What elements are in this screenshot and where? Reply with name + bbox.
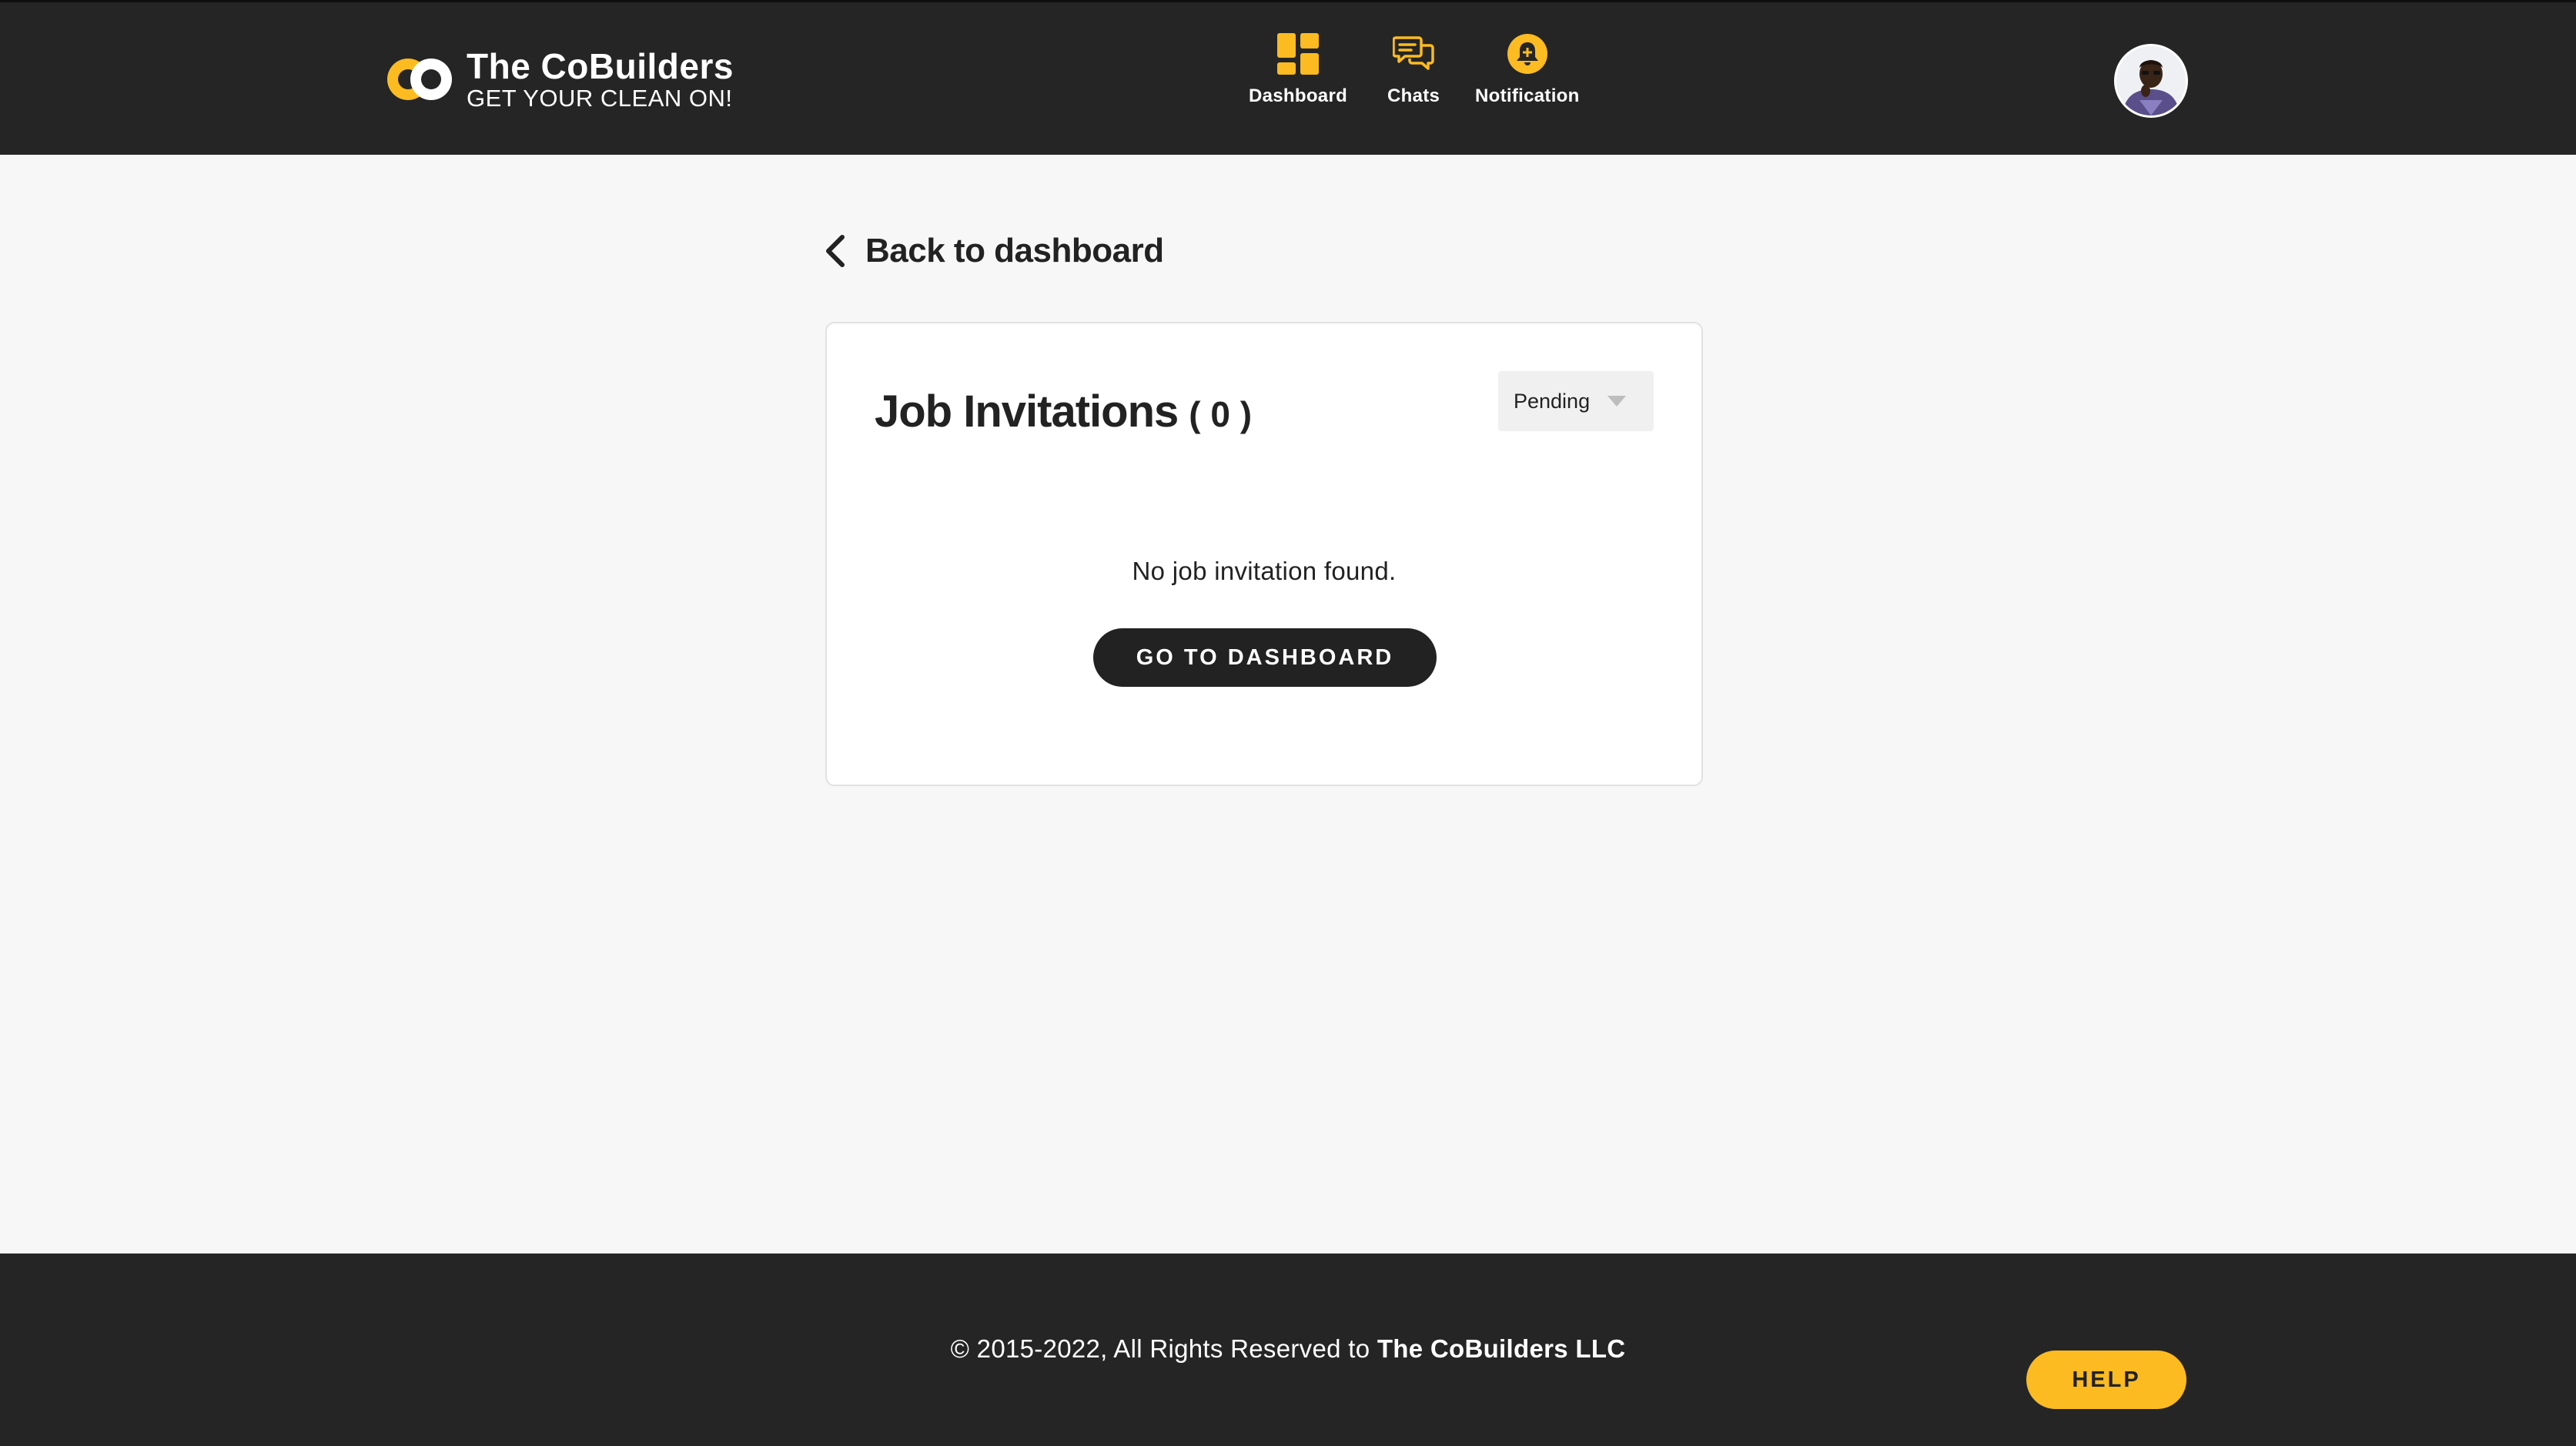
chevron-left-icon xyxy=(826,235,845,267)
nav-item-chats[interactable]: Chats xyxy=(1387,33,1440,107)
bell-icon xyxy=(1507,34,1547,74)
go-to-dashboard-button[interactable]: GO TO DASHBOARD xyxy=(1093,628,1437,687)
brand-name: The CoBuilders xyxy=(467,46,734,86)
cobuilders-logo-icon xyxy=(387,59,452,100)
help-button[interactable]: HELP xyxy=(2026,1351,2186,1409)
nav-item-notification[interactable]: Notification xyxy=(1475,33,1580,107)
job-invitations-card: Job Invitations ( 0 ) Pending No job inv… xyxy=(825,322,1703,786)
copyright-text: © 2015-2022, All Rights Reserved to The … xyxy=(0,1334,2576,1364)
status-filter-select[interactable]: Pending xyxy=(1498,371,1654,431)
card-title-text: Job Invitations xyxy=(875,387,1179,437)
caret-down-icon xyxy=(1607,396,1626,407)
page: The CoBuilders GET YOUR CLEAN ON! Dashbo… xyxy=(0,0,2576,1446)
empty-state-message: No job invitation found. xyxy=(1132,557,1397,585)
brand-tagline: GET YOUR CLEAN ON! xyxy=(467,85,733,112)
back-link-label: Back to dashboard xyxy=(865,232,1164,269)
card-title: Job Invitations ( 0 ) xyxy=(875,387,1252,437)
page-footer: © 2015-2022, All Rights Reserved to The … xyxy=(0,1254,2576,1446)
nav-item-dashboard[interactable]: Dashboard xyxy=(1249,33,1347,107)
user-avatar[interactable] xyxy=(2114,44,2188,118)
chat-bubbles-icon xyxy=(1393,36,1434,70)
top-header: The CoBuilders GET YOUR CLEAN ON! Dashbo… xyxy=(0,0,2576,155)
brand-home-link[interactable]: The CoBuilders GET YOUR CLEAN ON! xyxy=(385,45,734,114)
copyright-company: The CoBuilders LLC xyxy=(1377,1334,1626,1363)
copyright-prefix: © 2015-2022, All Rights Reserved to xyxy=(950,1334,1370,1363)
status-filter-value: Pending xyxy=(1514,389,1591,413)
user-avatar-icon xyxy=(2116,46,2186,115)
dashboard-grid-icon xyxy=(1277,33,1320,75)
invitation-count: ( 0 ) xyxy=(1189,394,1253,434)
nav-label-notification: Notification xyxy=(1475,85,1580,106)
brand-text: The CoBuilders GET YOUR CLEAN ON! xyxy=(467,47,734,112)
back-to-dashboard-link[interactable]: Back to dashboard xyxy=(824,228,1164,274)
nav-label-dashboard: Dashboard xyxy=(1249,85,1348,106)
nav-label-chats: Chats xyxy=(1387,85,1440,106)
